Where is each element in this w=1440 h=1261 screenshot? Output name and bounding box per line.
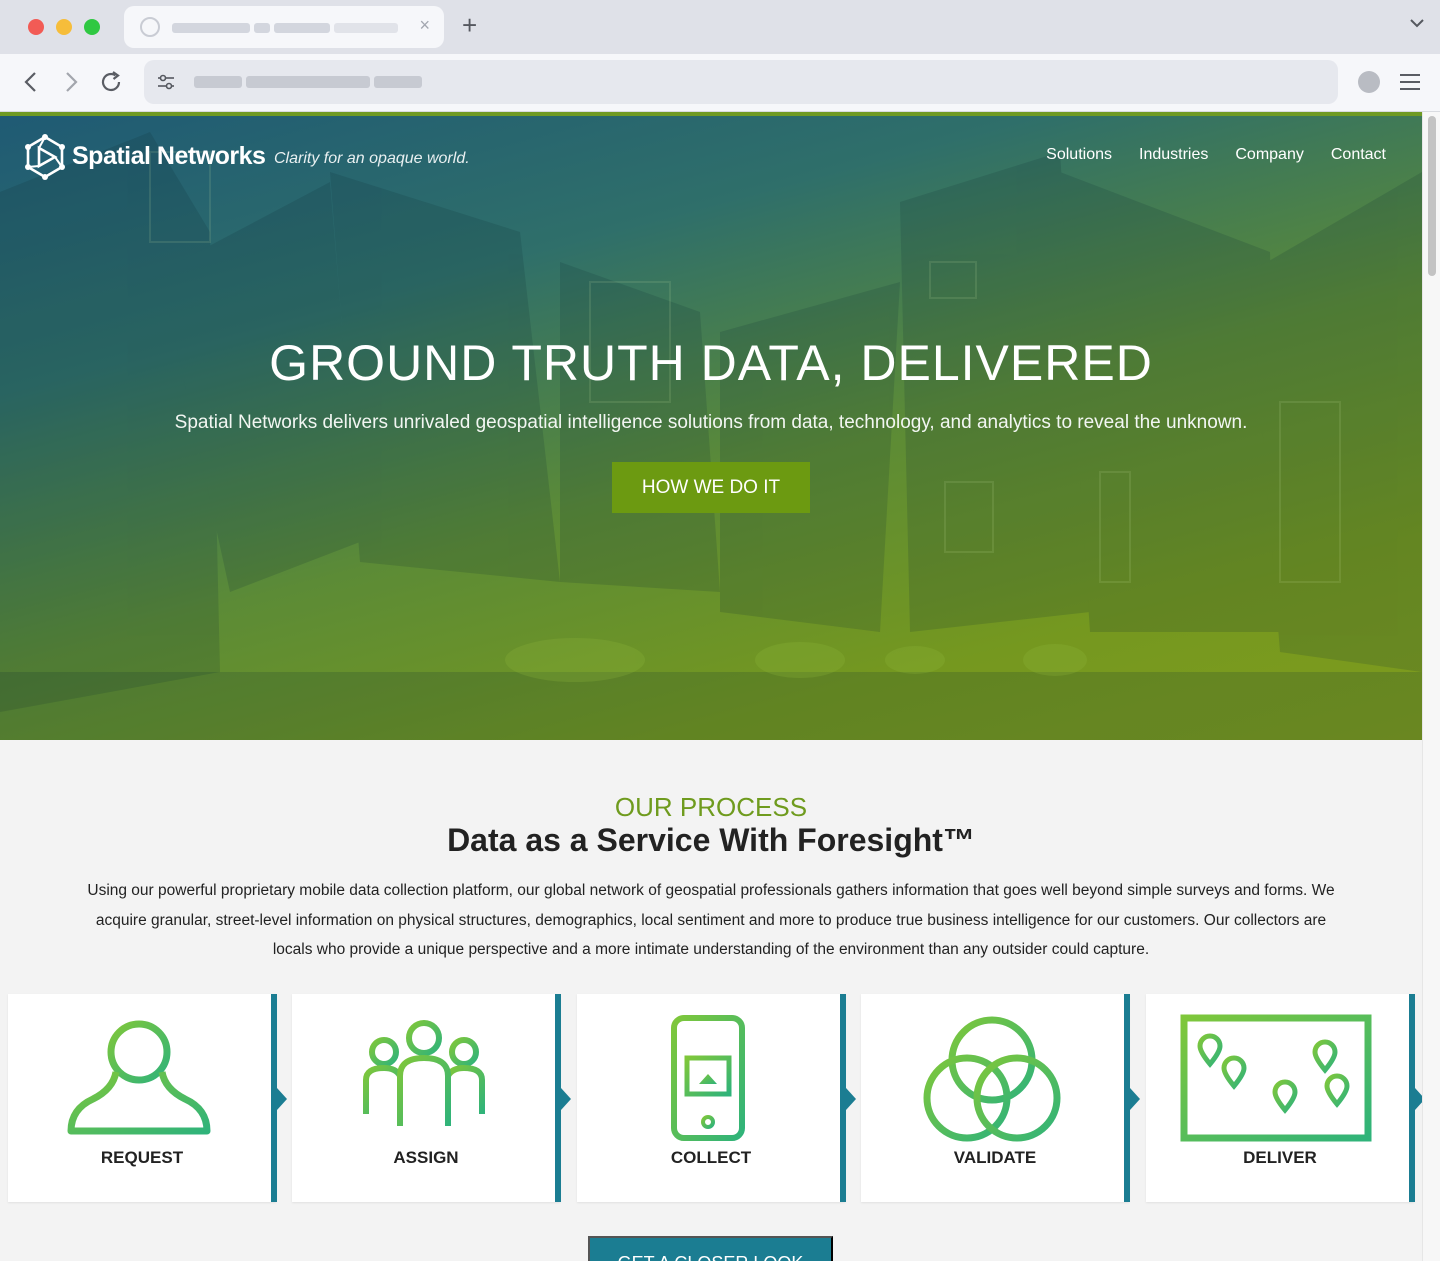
favicon-icon <box>140 17 160 37</box>
forward-icon[interactable] <box>58 69 84 95</box>
section-description: Using our powerful proprietary mobile da… <box>87 882 1335 958</box>
step-connector <box>271 994 287 1202</box>
step-label: ASSIGN <box>393 1148 459 1167</box>
process-steps: REQUEST ASSIGN COLLECT VALIDATE DELIVER <box>8 994 1422 1202</box>
section-kicker: OUR PROCESS <box>614 792 808 822</box>
step-label: COLLECT <box>670 1148 752 1167</box>
close-window-button[interactable] <box>28 19 44 35</box>
venn-icon <box>923 1016 1061 1142</box>
url-placeholder <box>374 76 422 88</box>
tab-title-placeholder <box>172 23 250 33</box>
step-card-validate[interactable]: VALIDATE <box>861 994 1140 1202</box>
new-tab-icon[interactable]: + <box>462 10 477 41</box>
minimize-window-button[interactable] <box>56 19 72 35</box>
brand-tagline: Clarity for an opaque world. <box>274 150 470 167</box>
maximize-window-button[interactable] <box>84 19 100 35</box>
section-title: Data as a Service With Foresight™ <box>447 822 975 858</box>
browser-tab[interactable]: × <box>124 6 444 48</box>
hero-title: GROUND TRUTH DATA, DELIVERED <box>269 335 1153 391</box>
step-connector <box>840 994 856 1202</box>
nav-contact[interactable]: Contact <box>1331 146 1386 164</box>
step-card-request[interactable]: REQUEST <box>8 994 287 1202</box>
tab-title-placeholder <box>334 23 398 33</box>
nav-company[interactable]: Company <box>1235 146 1303 164</box>
step-card-deliver[interactable]: DELIVER <box>1146 994 1422 1202</box>
step-card-collect[interactable]: COLLECT <box>577 994 856 1202</box>
step-connector <box>1409 994 1422 1202</box>
person-icon <box>67 1020 211 1135</box>
brand-name[interactable]: Spatial Networks <box>72 142 266 171</box>
address-bar[interactable] <box>144 60 1338 104</box>
page-scrollbar[interactable] <box>1422 112 1440 1261</box>
how-we-do-it-button[interactable]: HOW WE DO IT <box>612 462 810 513</box>
web-page: Spatial Networks Clarity for an opaque w… <box>0 112 1422 1261</box>
url-placeholder <box>246 76 370 88</box>
site-settings-icon[interactable] <box>156 72 176 92</box>
phone-icon <box>671 1015 745 1141</box>
step-label: VALIDATE <box>953 1148 1037 1167</box>
hero-section: Spatial Networks Clarity for an opaque w… <box>0 112 1422 740</box>
tab-bar: × + <box>0 0 1440 54</box>
spatial-networks-logo-icon[interactable] <box>22 134 68 180</box>
tab-close-icon[interactable]: × <box>419 15 430 36</box>
profile-avatar[interactable] <box>1358 71 1380 93</box>
browser-chrome: × + <box>0 0 1440 112</box>
chevron-down-icon[interactable] <box>1410 16 1424 30</box>
nav-solutions[interactable]: Solutions <box>1046 146 1112 164</box>
url-placeholder <box>194 76 242 88</box>
scrollbar-thumb[interactable] <box>1428 116 1436 276</box>
step-label: DELIVER <box>1243 1148 1317 1167</box>
back-icon[interactable] <box>18 69 44 95</box>
hero-top-accent <box>0 112 1422 116</box>
nav-industries[interactable]: Industries <box>1139 146 1208 164</box>
step-card-assign[interactable]: ASSIGN <box>292 994 571 1202</box>
map-pins-icon <box>1180 1014 1372 1142</box>
reload-icon[interactable] <box>98 69 124 95</box>
step-label: REQUEST <box>100 1148 184 1167</box>
browser-menu-icon[interactable] <box>1400 74 1420 90</box>
hero-subtitle: Spatial Networks delivers unrivaled geos… <box>174 412 1248 433</box>
main-nav: Solutions Industries Company Contact <box>1046 146 1386 164</box>
browser-toolbar <box>0 54 1440 112</box>
tab-title-placeholder <box>274 23 330 33</box>
step-connector <box>1124 994 1140 1202</box>
get-a-closer-look-button[interactable]: GET A CLOSER LOOK <box>588 1236 833 1261</box>
step-connector <box>555 994 571 1202</box>
team-icon <box>363 1020 485 1134</box>
tab-title-placeholder <box>254 23 270 33</box>
